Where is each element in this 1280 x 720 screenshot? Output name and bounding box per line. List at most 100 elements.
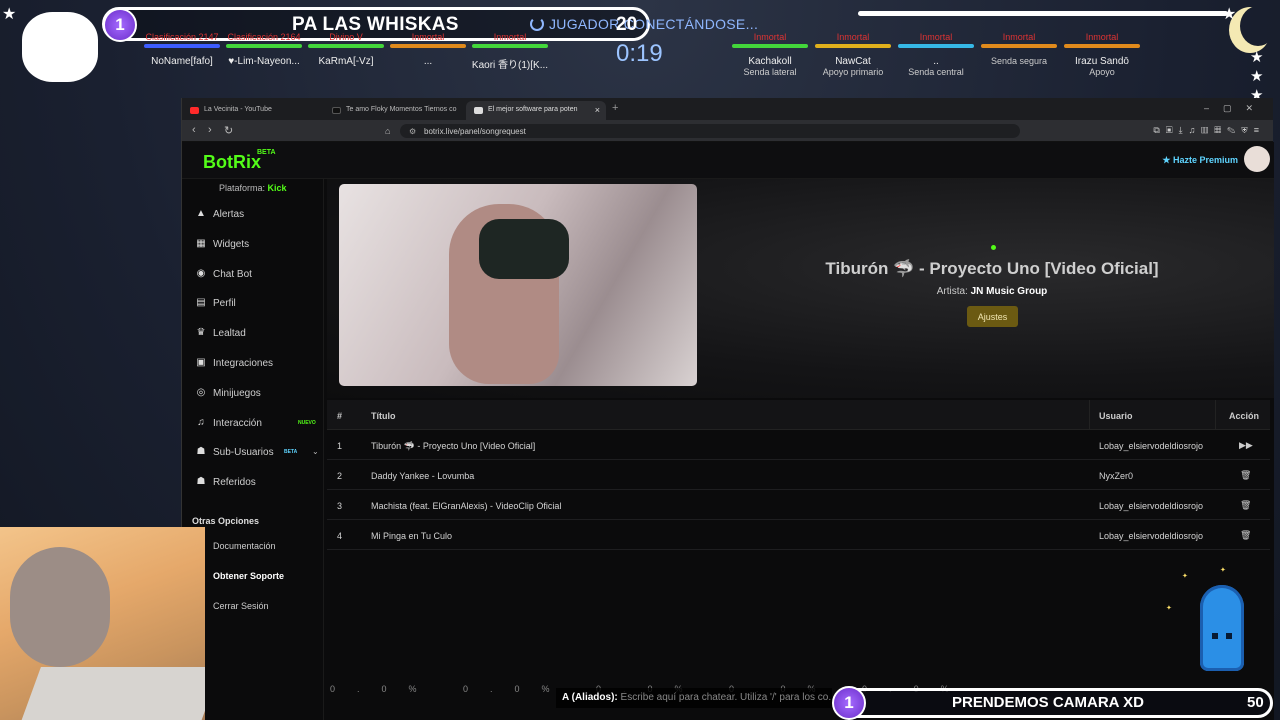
extension-icons[interactable]: ⧉▣⤓♫▥▦✎⛨≡ [1153,125,1265,136]
link-obtener-soporte[interactable]: Obtener Soporte [213,571,284,581]
row-user: Lobay_elsiervodeldiosrojo [1099,501,1204,511]
reload-icon[interactable]: ↻ [224,124,233,137]
player-rank: Inmortal [493,32,527,42]
delete-icon[interactable]: 🗑 [1240,500,1251,511]
enemy-player: Inmortal NawCat Apoyo primario [813,32,893,77]
link-cerrar-sesion[interactable]: Cerrar Sesión [213,601,269,611]
forward-icon[interactable]: › [208,124,212,136]
logo-text: BotRix [203,152,261,172]
sidebar-item-subusuarios[interactable]: ☗ Sub-Usuarios BETA ⌄ [194,445,322,463]
song-request-panel: Tiburón 🦈 - Proyecto Uno [Video Oficial]… [327,179,1274,720]
row-num: 4 [337,531,343,541]
player-rank: Divino V [329,32,363,42]
player-name: Kaori 香り(1)[K... [471,60,549,71]
sidebar-item-integraciones[interactable]: ▣ Integraciones [194,356,322,374]
nav-icon: ▲ [196,208,206,219]
sidebar-item-widgets[interactable]: ▦ Widgets [194,237,322,255]
user-avatar[interactable] [1244,146,1270,172]
player-health-bar [898,44,974,48]
now-playing-artist: Artista: JN Music Group [647,286,1274,297]
artist-label: Artista: [936,286,968,297]
column-divider [1089,400,1090,430]
sidebar-item-lealtad[interactable]: ♛ Lealtad [194,326,322,344]
sidebar-item-minijuegos[interactable]: ◎ Minijuegos [194,386,322,404]
row-num: 3 [337,501,343,511]
sidebar-item-interaccin[interactable]: ♫ Interacción NUEVO [194,416,322,434]
ghost-eye [1212,633,1218,639]
player-role: Senda segura [990,56,1048,66]
platform-value: Kick [267,183,287,193]
player-health-bar [732,44,808,48]
enemy-player: Inmortal Senda segura [979,32,1059,66]
row-num: 1 [337,441,343,451]
delete-icon[interactable]: 🗑 [1240,470,1251,481]
artist-name: JN Music Group [970,286,1048,297]
nav-icon: ♛ [196,327,206,339]
new-tab-icon[interactable]: + [612,102,618,114]
logo-beta-badge: BETA [257,149,276,156]
sidebar-item-label: Alertas [213,209,245,220]
sidebar-item-perfil[interactable]: ▤ Perfil [194,296,322,314]
beta-badge: BETA [284,449,298,456]
header-user: Usuario [1099,411,1133,421]
enemy-team-bar [858,11,1228,16]
sidebar-item-chatbot[interactable]: ◉ Chat Bot [194,267,322,285]
player-name: KaRmA[-Vz] [318,56,374,67]
platform-info: Plataforma: Kick [219,183,287,193]
botrix-logo[interactable]: BotRix BETA [203,149,276,173]
chevron-down-icon[interactable]: ⌄ [312,447,319,456]
player-role: Senda central [908,67,964,77]
ally-player: Clasificación 2147 NoName[fafo] [142,32,222,67]
player-name: Kachakoll [748,56,792,67]
live-indicator [991,245,996,250]
cat-figure [10,547,110,667]
table-row: 3 Machista (feat. ElGranAlexis) - VideoCl… [327,490,1270,520]
chat-input[interactable]: A (Aliados): Escribe aquí para chatear. … [556,688,832,708]
player-name: Irazu Sandō [1075,56,1129,67]
tab-label: Te amo Floky Momentos Tiernos co [346,106,457,113]
link-documentacion[interactable]: Documentación [213,541,276,551]
row-title: Machista (feat. ElGranAlexis) - VideoCli… [371,501,562,511]
table-row: 2 Daddy Yankee - Lovumba NyxZer0 🗑 [327,460,1270,490]
star-icon: ★ [1222,6,1237,23]
nuevo-badge: NUEVO [298,419,316,426]
sidebar-item-label: Referidos [213,477,256,489]
delete-icon[interactable]: 🗑 [1240,530,1251,541]
tab-strip: La Vecinita - YouTube Te amo Floky Momen… [182,98,1273,120]
ajustes-button[interactable]: Ajustes [967,306,1018,327]
sidebar-item-referidos[interactable]: ☗ Referidos [194,475,322,493]
enemy-player: Inmortal Kachakoll Senda lateral [730,32,810,77]
webcam-cat-gif [0,527,205,720]
sidebar-item-label: Chat Bot [213,268,252,280]
bookmark-icon[interactable]: ⌂ [385,126,390,136]
player-rank: Inmortal [919,32,953,42]
video-player[interactable] [339,184,697,386]
player-rank: Clasificación 2147 [145,32,219,42]
sidebar-item-label: Integraciones [213,358,274,369]
sidebar-item-alertas[interactable]: ▲ Alertas [194,207,322,225]
back-icon[interactable]: ‹ [192,124,196,136]
app-header: BotRix BETA ★ Hazte Premium [182,142,1274,179]
window-controls[interactable]: –▢✕ [1204,103,1267,114]
skip-icon[interactable]: ▶▶ [1239,440,1253,451]
close-tab-icon[interactable]: × [595,105,600,115]
header-title: Título [371,411,396,421]
player-role: Senda lateral [743,67,797,77]
url-field[interactable]: ⚙ botrix.live/panel/songrequest [400,124,1020,138]
tab-tiktok[interactable]: Te amo Floky Momentos Tiernos co [324,101,464,120]
browser-window: La Vecinita - YouTube Te amo Floky Momen… [181,98,1274,720]
player-rank: Clasificación 2164 [227,32,301,42]
tab-youtube[interactable]: La Vecinita - YouTube [182,101,322,120]
video-frame-detail [479,219,569,279]
player-health-bar [226,44,302,48]
ally-player: Inmortal... [388,32,468,67]
tab-label: La Vecinita - YouTube [204,106,272,113]
laptop-keyboard [19,667,205,720]
premium-button[interactable]: ★ Hazte Premium [1162,155,1238,166]
tab-botrix[interactable]: El mejor software para poten × [466,101,606,120]
row-user: Lobay_elsiervodeldiosrojo [1099,531,1204,541]
header-action: Acción [1229,411,1260,421]
ally-rank-badge: 1 [103,8,137,42]
player-rank: Inmortal [836,32,870,42]
row-title: Mi Pinga en Tu Culo [371,531,453,541]
